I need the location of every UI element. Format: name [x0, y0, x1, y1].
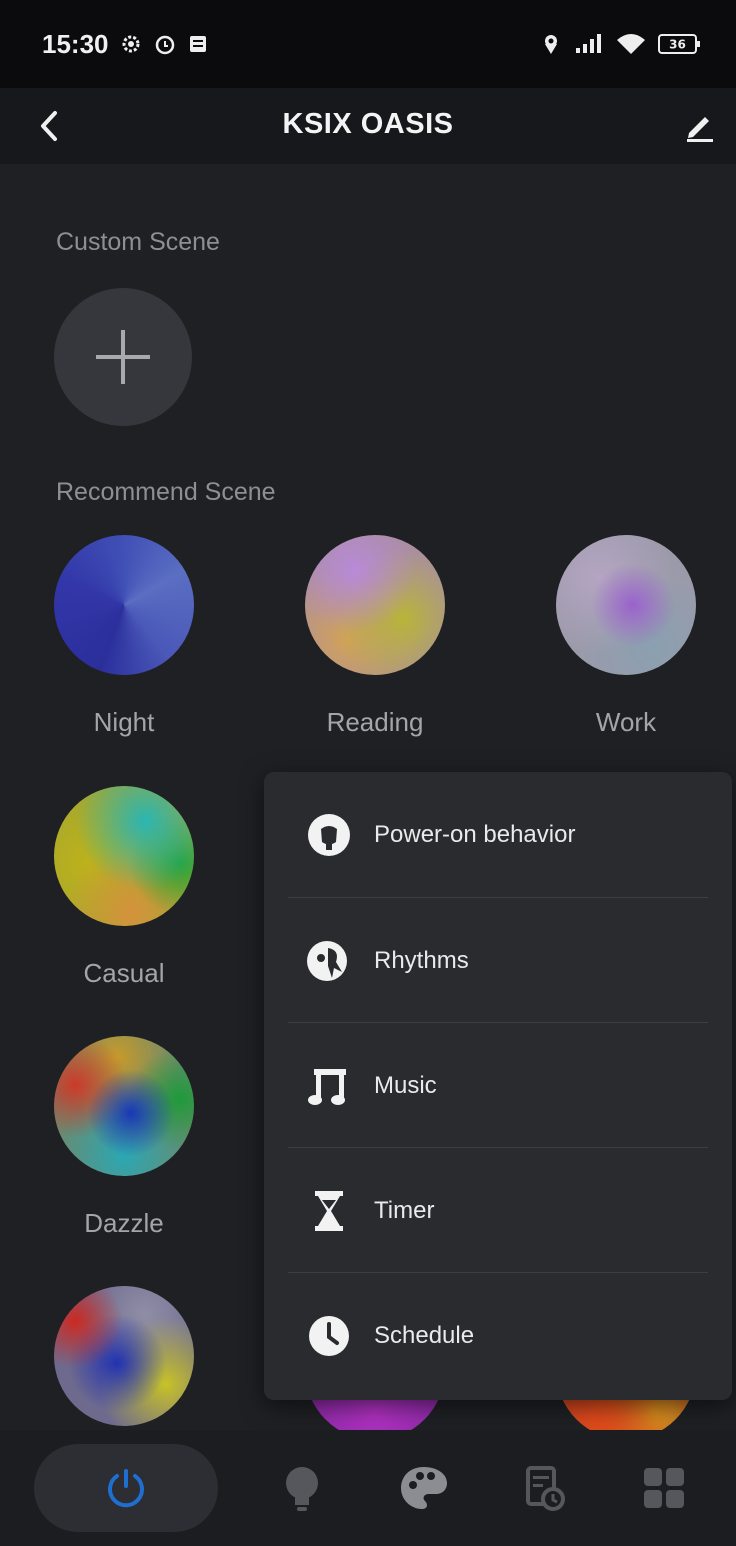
palette-icon — [401, 1467, 447, 1509]
location-icon — [540, 32, 562, 56]
schedule-list-icon — [526, 1466, 565, 1511]
power-on-behavior-icon — [304, 810, 354, 860]
status-left: 15:30 — [42, 29, 209, 60]
nav-bulb[interactable] — [272, 1444, 332, 1532]
menu-item-label: Schedule — [374, 1321, 475, 1349]
wifi-icon — [616, 32, 646, 56]
nav-schedule-list[interactable] — [514, 1444, 574, 1532]
nav-palette[interactable] — [392, 1444, 456, 1532]
add-scene-button[interactable] — [54, 288, 192, 426]
scene-dazzle[interactable]: Dazzle — [54, 1036, 194, 1239]
device-options-menu: Power-on behavior Rhythms Music Timer Sc… — [264, 772, 732, 1400]
status-bar: 15:30 36 — [0, 0, 736, 88]
alarm-icon — [153, 32, 177, 56]
gear-icon — [119, 32, 143, 56]
grid-icon — [644, 1468, 684, 1508]
status-time: 15:30 — [42, 28, 109, 59]
menu-item-label: Timer — [374, 1196, 435, 1224]
scene-casual[interactable]: Casual — [54, 786, 194, 989]
battery-icon: 36 — [658, 32, 702, 56]
edit-button[interactable] — [678, 104, 722, 148]
recommend-scene-label: Recommend Scene — [56, 478, 276, 506]
scene-reading[interactable]: Reading — [305, 535, 445, 738]
plus-icon — [96, 330, 150, 384]
menu-item-label: Rhythms — [374, 946, 469, 974]
clock-icon — [304, 1311, 354, 1361]
menu-item-rhythms[interactable]: Rhythms — [288, 898, 708, 1023]
scene-name: Dazzle — [84, 1208, 164, 1238]
status-right: 36 — [540, 32, 702, 56]
scene-night[interactable]: Night — [54, 535, 194, 738]
scene-name: Night — [93, 707, 155, 737]
nav-grid[interactable] — [634, 1444, 694, 1532]
scene-reading-swatch — [305, 535, 445, 675]
scene-name: Reading — [326, 707, 424, 737]
scene-casual-swatch — [54, 786, 194, 926]
power-icon — [108, 1469, 144, 1508]
hourglass-icon — [304, 1186, 354, 1236]
app-screen: 15:30 36 KSIX OASIS Custom Scene Recomme… — [0, 0, 736, 1546]
menu-item-schedule[interactable]: Schedule — [288, 1273, 708, 1398]
menu-item-timer[interactable]: Timer — [288, 1148, 708, 1273]
scene-work[interactable]: Work — [556, 535, 696, 738]
scene-work-swatch — [556, 535, 696, 675]
rhythms-icon — [304, 936, 354, 986]
scene-name: Work — [595, 707, 657, 737]
menu-item-music[interactable]: Music — [288, 1023, 708, 1148]
custom-scene-label: Custom Scene — [56, 228, 220, 256]
top-bar: KSIX OASIS — [0, 88, 736, 164]
page-title: KSIX OASIS — [282, 108, 454, 140]
music-note-icon — [304, 1061, 354, 1111]
menu-item-label: Power-on behavior — [374, 820, 576, 848]
menu-item-power-on-behavior[interactable]: Power-on behavior — [288, 772, 708, 897]
bottom-nav — [0, 1430, 736, 1546]
signal-icon — [574, 33, 604, 55]
bulb-icon — [286, 1467, 318, 1511]
scene-night-swatch — [54, 535, 194, 675]
notification-icon — [187, 33, 209, 55]
pencil-icon — [687, 117, 713, 142]
battery-level: 36 — [669, 38, 686, 52]
menu-item-label: Music — [374, 1071, 437, 1099]
nav-power[interactable] — [34, 1444, 218, 1532]
scene-row4-left[interactable] — [54, 1286, 194, 1426]
scene-name: Casual — [83, 958, 165, 988]
scene-dazzle-swatch — [54, 1036, 194, 1176]
scene-row4-left-swatch — [54, 1286, 194, 1426]
